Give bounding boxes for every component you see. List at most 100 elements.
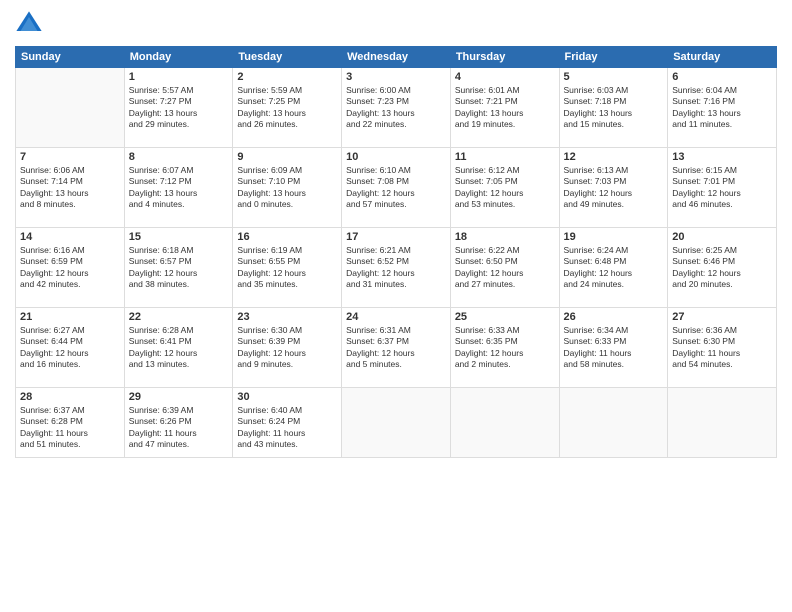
calendar-cell: 9 Sunrise: 6:09 AM Sunset: 7:10 PM Daylig… <box>233 148 342 228</box>
day-number: 5 <box>564 71 664 83</box>
week-row-1: 1 Sunrise: 5:57 AM Sunset: 7:27 PM Daylig… <box>16 68 777 148</box>
header <box>15 10 777 38</box>
calendar-cell <box>559 388 668 458</box>
calendar-cell: 6Sunrise: 6:04 AM Sunset: 7:16 PM Daylig… <box>668 68 777 148</box>
day-number: 7 <box>20 151 120 163</box>
calendar-cell: 26 Sunrise: 6:34 AM Sunset: 6:33 PM Dayli… <box>559 308 668 388</box>
day-number: 22 <box>129 311 229 323</box>
day-number: 8 <box>129 151 229 163</box>
day-number: 19 <box>564 231 664 243</box>
calendar-cell: 28 Sunrise: 6:37 AM Sunset: 6:28 PM Dayli… <box>16 388 125 458</box>
calendar-cell: 1 Sunrise: 5:57 AM Sunset: 7:27 PM Daylig… <box>124 68 233 148</box>
day-info: Sunrise: 6:40 AM Sunset: 6:24 PM Dayligh… <box>237 405 337 451</box>
calendar-table: SundayMondayTuesdayWednesdayThursdayFrid… <box>15 46 777 458</box>
day-number: 1 <box>129 71 229 83</box>
calendar-cell: 20Sunrise: 6:25 AM Sunset: 6:46 PM Dayli… <box>668 228 777 308</box>
weekday-header-monday: Monday <box>124 47 233 68</box>
day-number: 3 <box>346 71 446 83</box>
day-number: 18 <box>455 231 555 243</box>
day-info: Sunrise: 6:36 AM Sunset: 6:30 PM Dayligh… <box>672 325 772 371</box>
calendar-cell: 11 Sunrise: 6:12 AM Sunset: 7:05 PM Dayli… <box>450 148 559 228</box>
calendar-cell: 17 Sunrise: 6:21 AM Sunset: 6:52 PM Dayli… <box>342 228 451 308</box>
calendar-cell: 25 Sunrise: 6:33 AM Sunset: 6:35 PM Dayli… <box>450 308 559 388</box>
day-number: 4 <box>455 71 555 83</box>
day-info: Sunrise: 6:37 AM Sunset: 6:28 PM Dayligh… <box>20 405 120 451</box>
day-info: Sunrise: 6:03 AM Sunset: 7:18 PM Dayligh… <box>564 85 664 131</box>
calendar-cell: 10Sunrise: 6:10 AM Sunset: 7:08 PM Dayli… <box>342 148 451 228</box>
page: SundayMondayTuesdayWednesdayThursdayFrid… <box>0 0 792 612</box>
day-info: Sunrise: 6:16 AM Sunset: 6:59 PM Dayligh… <box>20 245 120 291</box>
day-number: 30 <box>237 391 337 403</box>
logo <box>15 10 47 38</box>
day-info: Sunrise: 6:34 AM Sunset: 6:33 PM Dayligh… <box>564 325 664 371</box>
day-info: Sunrise: 6:00 AM Sunset: 7:23 PM Dayligh… <box>346 85 446 131</box>
day-info: Sunrise: 6:33 AM Sunset: 6:35 PM Dayligh… <box>455 325 555 371</box>
day-info: Sunrise: 6:06 AM Sunset: 7:14 PM Dayligh… <box>20 165 120 211</box>
day-info: Sunrise: 6:31 AM Sunset: 6:37 PM Dayligh… <box>346 325 446 371</box>
calendar-cell: 12Sunrise: 6:13 AM Sunset: 7:03 PM Dayli… <box>559 148 668 228</box>
day-number: 16 <box>237 231 337 243</box>
day-info: Sunrise: 6:12 AM Sunset: 7:05 PM Dayligh… <box>455 165 555 211</box>
week-row-5: 28 Sunrise: 6:37 AM Sunset: 6:28 PM Dayli… <box>16 388 777 458</box>
calendar-cell: 13 Sunrise: 6:15 AM Sunset: 7:01 PM Dayli… <box>668 148 777 228</box>
day-number: 17 <box>346 231 446 243</box>
calendar-cell <box>450 388 559 458</box>
day-info: Sunrise: 6:09 AM Sunset: 7:10 PM Dayligh… <box>237 165 337 211</box>
calendar-cell: 8 Sunrise: 6:07 AM Sunset: 7:12 PM Daylig… <box>124 148 233 228</box>
day-info: Sunrise: 6:22 AM Sunset: 6:50 PM Dayligh… <box>455 245 555 291</box>
day-number: 11 <box>455 151 555 163</box>
calendar-cell: 18 Sunrise: 6:22 AM Sunset: 6:50 PM Dayli… <box>450 228 559 308</box>
day-info: Sunrise: 6:18 AM Sunset: 6:57 PM Dayligh… <box>129 245 229 291</box>
calendar-cell: 24 Sunrise: 6:31 AM Sunset: 6:37 PM Dayli… <box>342 308 451 388</box>
weekday-header-thursday: Thursday <box>450 47 559 68</box>
day-info: Sunrise: 6:19 AM Sunset: 6:55 PM Dayligh… <box>237 245 337 291</box>
weekday-header-tuesday: Tuesday <box>233 47 342 68</box>
day-number: 25 <box>455 311 555 323</box>
day-number: 23 <box>237 311 337 323</box>
day-info: Sunrise: 6:10 AM Sunset: 7:08 PM Dayligh… <box>346 165 446 211</box>
calendar-cell <box>342 388 451 458</box>
day-info: Sunrise: 6:30 AM Sunset: 6:39 PM Dayligh… <box>237 325 337 371</box>
day-number: 2 <box>237 71 337 83</box>
day-number: 9 <box>237 151 337 163</box>
week-row-4: 21 Sunrise: 6:27 AM Sunset: 6:44 PM Dayli… <box>16 308 777 388</box>
calendar-cell: 30 Sunrise: 6:40 AM Sunset: 6:24 PM Dayli… <box>233 388 342 458</box>
day-info: Sunrise: 6:28 AM Sunset: 6:41 PM Dayligh… <box>129 325 229 371</box>
day-info: Sunrise: 6:24 AM Sunset: 6:48 PM Dayligh… <box>564 245 664 291</box>
day-number: 13 <box>672 151 772 163</box>
day-info: Sunrise: 6:15 AM Sunset: 7:01 PM Dayligh… <box>672 165 772 211</box>
day-number: 26 <box>564 311 664 323</box>
calendar-cell: 27Sunrise: 6:36 AM Sunset: 6:30 PM Dayli… <box>668 308 777 388</box>
calendar-cell: 16 Sunrise: 6:19 AM Sunset: 6:55 PM Dayli… <box>233 228 342 308</box>
calendar-cell <box>668 388 777 458</box>
calendar-cell: 5 Sunrise: 6:03 AM Sunset: 7:18 PM Daylig… <box>559 68 668 148</box>
logo-icon <box>15 10 43 38</box>
day-info: Sunrise: 6:21 AM Sunset: 6:52 PM Dayligh… <box>346 245 446 291</box>
day-number: 6 <box>672 71 772 83</box>
day-info: Sunrise: 5:59 AM Sunset: 7:25 PM Dayligh… <box>237 85 337 131</box>
day-number: 28 <box>20 391 120 403</box>
day-info: Sunrise: 6:27 AM Sunset: 6:44 PM Dayligh… <box>20 325 120 371</box>
day-number: 21 <box>20 311 120 323</box>
weekday-header-wednesday: Wednesday <box>342 47 451 68</box>
calendar-cell: 7 Sunrise: 6:06 AM Sunset: 7:14 PM Daylig… <box>16 148 125 228</box>
day-info: Sunrise: 6:07 AM Sunset: 7:12 PM Dayligh… <box>129 165 229 211</box>
calendar-cell: 22 Sunrise: 6:28 AM Sunset: 6:41 PM Dayli… <box>124 308 233 388</box>
calendar-cell: 14 Sunrise: 6:16 AM Sunset: 6:59 PM Dayli… <box>16 228 125 308</box>
weekday-header-saturday: Saturday <box>668 47 777 68</box>
week-row-2: 7 Sunrise: 6:06 AM Sunset: 7:14 PM Daylig… <box>16 148 777 228</box>
calendar-cell: 21 Sunrise: 6:27 AM Sunset: 6:44 PM Dayli… <box>16 308 125 388</box>
day-number: 24 <box>346 311 446 323</box>
day-info: Sunrise: 6:13 AM Sunset: 7:03 PM Dayligh… <box>564 165 664 211</box>
calendar-cell: 2 Sunrise: 5:59 AM Sunset: 7:25 PM Daylig… <box>233 68 342 148</box>
day-info: Sunrise: 6:01 AM Sunset: 7:21 PM Dayligh… <box>455 85 555 131</box>
day-info: Sunrise: 5:57 AM Sunset: 7:27 PM Dayligh… <box>129 85 229 131</box>
calendar-cell: 29 Sunrise: 6:39 AM Sunset: 6:26 PM Dayli… <box>124 388 233 458</box>
calendar-cell: 4 Sunrise: 6:01 AM Sunset: 7:21 PM Daylig… <box>450 68 559 148</box>
day-number: 29 <box>129 391 229 403</box>
weekday-header-row: SundayMondayTuesdayWednesdayThursdayFrid… <box>16 47 777 68</box>
calendar-cell: 3 Sunrise: 6:00 AM Sunset: 7:23 PM Daylig… <box>342 68 451 148</box>
day-number: 14 <box>20 231 120 243</box>
calendar-cell: 19 Sunrise: 6:24 AM Sunset: 6:48 PM Dayli… <box>559 228 668 308</box>
day-info: Sunrise: 6:39 AM Sunset: 6:26 PM Dayligh… <box>129 405 229 451</box>
